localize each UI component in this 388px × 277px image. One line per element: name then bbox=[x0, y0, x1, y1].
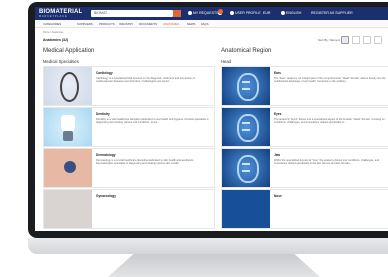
card-description: Cardiology is a specialised field focuse… bbox=[96, 77, 195, 84]
nav-products[interactable]: PRODUCTS bbox=[99, 22, 115, 26]
register-label: REGISTER AS SUPPLIER bbox=[311, 11, 353, 15]
nav-documents[interactable]: DOCUMENTS bbox=[139, 22, 157, 26]
head-subtitle: Head bbox=[221, 59, 232, 64]
nav-anatomies[interactable]: ANATOMIES bbox=[163, 22, 179, 26]
nav-categories[interactable]: CATEGORIES bbox=[43, 22, 61, 26]
cardiology-image bbox=[44, 67, 92, 105]
card-title: Dentistry bbox=[96, 112, 110, 116]
user-label: USER PROFILE bbox=[235, 11, 261, 15]
card-description: The "Ears" anatomy, an integral part of … bbox=[274, 77, 386, 84]
card-gynaecology[interactable]: Gynaecology bbox=[43, 189, 215, 229]
avatar bbox=[230, 11, 234, 16]
gynaecology-image bbox=[44, 190, 92, 228]
main-nav: CATEGORIES SUPPLIERS PRODUCTS INDUSTRY D… bbox=[35, 20, 388, 28]
jaw-xray-image bbox=[222, 149, 270, 187]
card-description: Within the specialized domain of "Jaw," … bbox=[274, 159, 380, 166]
screen: BIOMATERIAL MARKETPLACE BIOMAT... MY REQ… bbox=[35, 7, 388, 231]
grid-large-view-icon[interactable] bbox=[363, 36, 371, 44]
grid-view-icon[interactable] bbox=[352, 36, 360, 44]
document-icon bbox=[188, 11, 192, 16]
compact-view-icon[interactable] bbox=[374, 36, 382, 44]
brand-sub: MARKETPLACE bbox=[39, 15, 68, 18]
card-jaw[interactable]: Jaw Within the specialized domain of "Ja… bbox=[221, 148, 388, 188]
card-title: Jaw bbox=[274, 153, 281, 157]
card-eyes[interactable]: Eyes The anatomic "Eyes" delves into a s… bbox=[221, 107, 388, 147]
requests-link[interactable]: MY REQUESTS bbox=[188, 11, 219, 16]
brand-logo[interactable]: BIOMATERIAL MARKETPLACE bbox=[39, 9, 82, 18]
dentistry-image bbox=[44, 108, 92, 146]
card-ears[interactable]: Ears The "Ears" anatomy, an integral par… bbox=[221, 66, 388, 106]
card-title: Dermatology bbox=[96, 153, 116, 157]
register-supplier-link[interactable]: REGISTER AS SUPPLIER bbox=[311, 11, 353, 15]
currency-label: EUR bbox=[263, 11, 271, 15]
results-count: Anatomies (32) bbox=[43, 38, 69, 42]
card-description: The anatomic "Eyes" delves into a specia… bbox=[274, 118, 385, 125]
search-value: BIOMAT... bbox=[94, 11, 110, 15]
card-cardiology[interactable]: Cardiology Cardiology is a specialised f… bbox=[43, 66, 215, 106]
ears-xray-image bbox=[222, 67, 270, 105]
nose-xray-image bbox=[222, 190, 270, 228]
card-title: Nose bbox=[274, 194, 282, 198]
eyes-xray-image bbox=[222, 108, 270, 146]
nav-news[interactable]: NEWS bbox=[187, 22, 195, 26]
medical-specialties-subtitle: Medical Specialties bbox=[43, 59, 79, 64]
monitor-chin bbox=[28, 238, 388, 254]
card-dermatology[interactable]: Dermatology Dermatology is a crucial hea… bbox=[43, 148, 215, 188]
card-title: Gynaecology bbox=[96, 194, 117, 198]
card-description: Dermatology is a crucial healthcare disc… bbox=[96, 159, 195, 166]
breadcrumb[interactable]: Home / Anatomies bbox=[43, 31, 63, 34]
card-dentistry[interactable]: Dentistry Dentistry is a vital healthcar… bbox=[43, 107, 215, 147]
nav-suppliers[interactable]: SUPPLIERS bbox=[77, 22, 93, 26]
cart-badge bbox=[218, 9, 223, 14]
card-title: Eyes bbox=[274, 112, 282, 116]
requests-label: MY REQUESTS bbox=[193, 11, 219, 15]
search-input[interactable]: BIOMAT... bbox=[91, 10, 173, 17]
medical-application-title: Medical Application bbox=[43, 48, 95, 54]
flag-icon bbox=[281, 11, 285, 16]
nav-faqs[interactable]: FAQS bbox=[201, 22, 208, 26]
card-title: Ears bbox=[274, 71, 281, 75]
card-description: Dentistry is a vital healthcare discipli… bbox=[96, 118, 209, 125]
anatomical-region-title: Anatomical Region bbox=[221, 48, 272, 54]
currency-select[interactable]: EUR bbox=[263, 11, 270, 15]
top-bar: BIOMATERIAL MARKETPLACE BIOMAT... MY REQ… bbox=[35, 7, 388, 20]
user-profile-link[interactable]: USER PROFILE bbox=[230, 11, 261, 16]
nav-industry[interactable]: INDUSTRY bbox=[119, 22, 133, 26]
list-view-icon[interactable] bbox=[341, 36, 349, 44]
language-label: ENGLISH bbox=[286, 11, 302, 15]
dermatology-image bbox=[44, 149, 92, 187]
card-title: Cardiology bbox=[96, 71, 113, 75]
language-select[interactable]: ENGLISH bbox=[281, 11, 302, 16]
card-nose[interactable]: Nose bbox=[221, 189, 388, 229]
search-button[interactable] bbox=[173, 10, 181, 17]
monitor-stand bbox=[108, 254, 320, 277]
